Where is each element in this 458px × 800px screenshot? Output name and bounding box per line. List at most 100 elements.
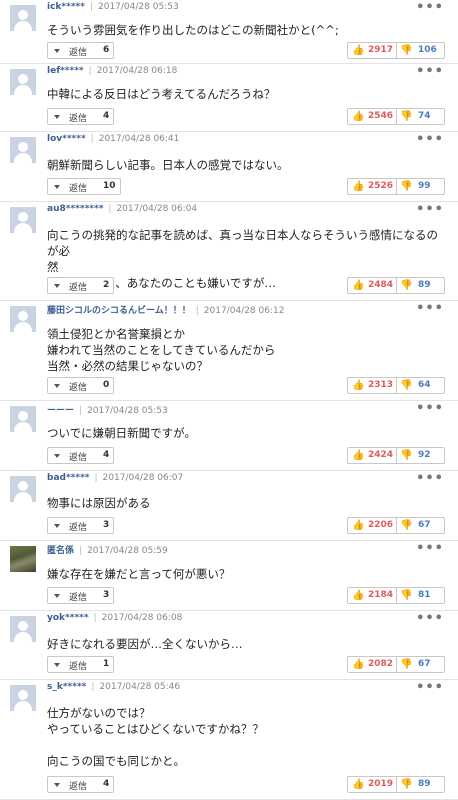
- comment-text: 中韓による反日はどう考えてるんだろうね？: [47, 87, 276, 101]
- good-count[interactable]: 2917: [368, 45, 393, 55]
- avatar[interactable]: [10, 306, 36, 332]
- comment-item: au8******** | 2017/04/28 06:04 ••• 向こうの挑発的…: [0, 202, 458, 301]
- vote-group: 👍 2082 👎 67: [347, 656, 445, 673]
- thumbs-down-icon[interactable]: 👎: [400, 280, 412, 292]
- thumbs-down-icon[interactable]: 👎: [400, 450, 412, 462]
- username[interactable]: au8********: [47, 204, 103, 214]
- username[interactable]: bad*****: [47, 473, 90, 483]
- comment-text: 朝鮮新聞らしい記事。日本人の感覚ではない。: [47, 158, 289, 172]
- vote-divider: [396, 378, 397, 393]
- username[interactable]: s_k*****: [47, 682, 86, 692]
- reply-count: 10: [99, 178, 121, 195]
- bad-count[interactable]: 74: [418, 111, 431, 121]
- thumbs-down-icon[interactable]: 👎: [400, 590, 412, 602]
- avatar[interactable]: [10, 546, 36, 572]
- thumbs-down-icon[interactable]: 👎: [400, 45, 412, 57]
- comment-item: ーーー | 2017/04/28 05:53 ••• ついでに嫌朝日新聞ですが。 返…: [0, 401, 458, 471]
- comment-text: 嫌な存在を嫌だと言って何が悪い？: [47, 567, 231, 581]
- bad-count[interactable]: 99: [418, 181, 431, 191]
- chevron-down-icon: [54, 284, 60, 288]
- avatar[interactable]: [10, 616, 36, 642]
- username[interactable]: ick*****: [47, 2, 85, 12]
- comment-item: 藤田シコルのシコるんビーム！！！ | 2017/04/28 06:12 ••• 領土…: [0, 301, 458, 401]
- good-count[interactable]: 2082: [368, 659, 393, 669]
- thumbs-up-icon[interactable]: 👍: [352, 450, 364, 462]
- thumbs-up-icon[interactable]: 👍: [352, 380, 364, 392]
- meta-separator: |: [108, 204, 112, 214]
- avatar[interactable]: [10, 406, 36, 432]
- comment-text: 物事には原因がある: [47, 496, 151, 510]
- vote-group: 👍 2184 👎 81: [347, 587, 445, 604]
- avatar[interactable]: [10, 69, 36, 95]
- reply-label: 返信: [69, 453, 88, 463]
- vote-group: 👍 2019 👎 89: [347, 776, 445, 793]
- username[interactable]: 匿名係: [47, 546, 74, 556]
- comment-meta: 匿名係 | 2017/04/28 05:59: [47, 543, 168, 556]
- avatar[interactable]: [10, 476, 36, 502]
- username[interactable]: ーーー: [47, 406, 74, 416]
- thumbs-up-icon[interactable]: 👍: [352, 45, 364, 57]
- good-count[interactable]: 2313: [368, 380, 393, 390]
- thumbs-down-icon[interactable]: 👎: [400, 181, 412, 193]
- username[interactable]: lef*****: [47, 66, 84, 76]
- bad-count[interactable]: 81: [418, 590, 431, 600]
- reply-count: 3: [99, 517, 115, 534]
- bad-count[interactable]: 64: [418, 380, 431, 390]
- username[interactable]: yok*****: [47, 613, 89, 623]
- bad-count[interactable]: 67: [418, 659, 431, 669]
- vote-group: 👍 2484 👎 89: [347, 277, 445, 294]
- more-options-icon[interactable]: •••: [416, 0, 444, 15]
- thumbs-up-icon[interactable]: 👍: [352, 520, 364, 532]
- good-count[interactable]: 2019: [368, 779, 393, 789]
- thumbs-up-icon[interactable]: 👍: [352, 779, 364, 791]
- avatar[interactable]: [10, 685, 36, 711]
- bad-count[interactable]: 92: [418, 450, 431, 460]
- reply-label: 返信: [69, 383, 88, 393]
- good-count[interactable]: 2184: [368, 590, 393, 600]
- comment-item: 匿名係 | 2017/04/28 05:59 ••• 嫌な存在を嫌だと言って何が悪い…: [0, 541, 458, 611]
- thumbs-down-icon[interactable]: 👎: [400, 779, 412, 791]
- more-options-icon[interactable]: •••: [416, 301, 444, 316]
- thumbs-down-icon[interactable]: 👎: [400, 520, 412, 532]
- thumbs-up-icon[interactable]: 👍: [352, 590, 364, 602]
- avatar[interactable]: [10, 5, 36, 31]
- more-options-icon[interactable]: •••: [416, 680, 444, 695]
- timestamp: 2017/04/28 05:53: [98, 2, 179, 12]
- username[interactable]: 藤田シコルのシコるんビーム！！！: [47, 306, 191, 316]
- comment-meta: s_k***** | 2017/04/28 05:46: [47, 682, 180, 692]
- good-count[interactable]: 2526: [368, 181, 393, 191]
- comment-meta: yok***** | 2017/04/28 06:08: [47, 613, 182, 623]
- thumbs-up-icon[interactable]: 👍: [352, 181, 364, 193]
- timestamp: 2017/04/28 06:18: [96, 66, 178, 76]
- username[interactable]: lov*****: [47, 134, 86, 144]
- more-options-icon[interactable]: •••: [416, 202, 444, 217]
- good-count[interactable]: 2206: [368, 520, 393, 530]
- bad-count[interactable]: 89: [418, 280, 431, 290]
- comment-item: lov***** | 2017/04/28 06:41 ••• 朝鮮新聞らしい記事。…: [0, 132, 458, 202]
- thumbs-up-icon[interactable]: 👍: [352, 280, 364, 292]
- avatar[interactable]: [10, 137, 36, 163]
- timestamp: 2017/04/28 05:59: [87, 546, 168, 556]
- more-options-icon[interactable]: •••: [416, 64, 444, 79]
- thumbs-down-icon[interactable]: 👎: [400, 659, 412, 671]
- good-count[interactable]: 2484: [368, 280, 393, 290]
- meta-separator: |: [91, 682, 95, 692]
- more-options-icon[interactable]: •••: [416, 401, 444, 416]
- more-options-icon[interactable]: •••: [416, 611, 444, 626]
- good-count[interactable]: 2546: [368, 111, 393, 121]
- more-options-icon[interactable]: •••: [416, 541, 444, 556]
- thumbs-up-icon[interactable]: 👍: [352, 659, 364, 671]
- thumbs-down-icon[interactable]: 👎: [400, 111, 412, 123]
- bad-count[interactable]: 106: [418, 45, 437, 55]
- thumbs-down-icon[interactable]: 👎: [400, 380, 412, 392]
- avatar[interactable]: [10, 207, 36, 233]
- bad-count[interactable]: 67: [418, 520, 431, 530]
- more-options-icon[interactable]: •••: [416, 471, 444, 486]
- timestamp: 2017/04/28 06:07: [102, 473, 184, 483]
- more-options-icon[interactable]: •••: [416, 132, 444, 147]
- bad-count[interactable]: 89: [418, 779, 431, 789]
- comment-list: ick***** | 2017/04/28 05:53 ••• そういう雰囲気を作り…: [0, 0, 458, 800]
- good-count[interactable]: 2424: [368, 450, 393, 460]
- chevron-down-icon: [54, 115, 60, 119]
- thumbs-up-icon[interactable]: 👍: [352, 111, 364, 123]
